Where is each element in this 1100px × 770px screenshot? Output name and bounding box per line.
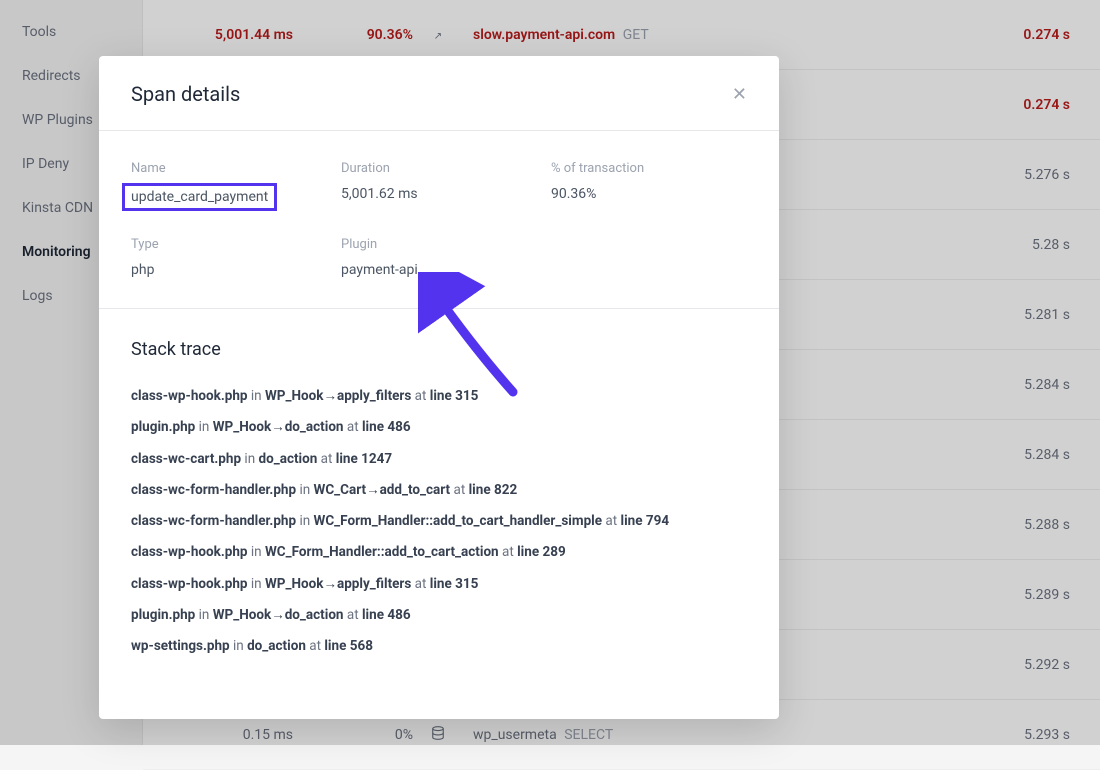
stack-trace-line: class-wc-form-handler.php in WC_Cart→add… [131,480,747,500]
field-value-pct: 90.36% [551,186,747,202]
field-value-type: php [131,262,341,278]
field-label-pct: % of transaction [551,161,747,176]
modal-title: Span details [131,82,240,106]
field-label-type: Type [131,237,341,252]
stack-trace-list: class-wp-hook.php in WP_Hook→apply_filte… [131,386,747,656]
close-icon[interactable]: ✕ [732,84,747,105]
stack-trace-line: class-wp-hook.php in WC_Form_Handler::ad… [131,542,747,562]
stack-trace-line: plugin.php in WP_Hook→do_action at line … [131,605,747,625]
field-label-plugin: Plugin [341,237,551,252]
stack-trace-title: Stack trace [131,339,747,360]
stack-trace-line: class-wc-cart.php in do_action at line 1… [131,449,747,469]
stack-trace-line: wp-settings.php in do_action at line 568 [131,636,747,656]
field-label-duration: Duration [341,161,551,176]
field-value-duration: 5,001.62 ms [341,186,551,202]
field-value-name: update_card_payment [131,186,341,211]
field-value-plugin: payment-api [341,262,551,278]
highlighted-box: update_card_payment [122,183,277,211]
stack-trace-line: class-wc-form-handler.php in WC_Form_Han… [131,511,747,531]
stack-trace-line: plugin.php in WP_Hook→do_action at line … [131,417,747,437]
stack-trace-line: class-wp-hook.php in WP_Hook→apply_filte… [131,574,747,594]
field-label-name: Name [131,161,341,176]
stack-trace-line: class-wp-hook.php in WP_Hook→apply_filte… [131,386,747,406]
span-details-modal: Span details ✕ Name update_card_payment … [99,56,779,719]
